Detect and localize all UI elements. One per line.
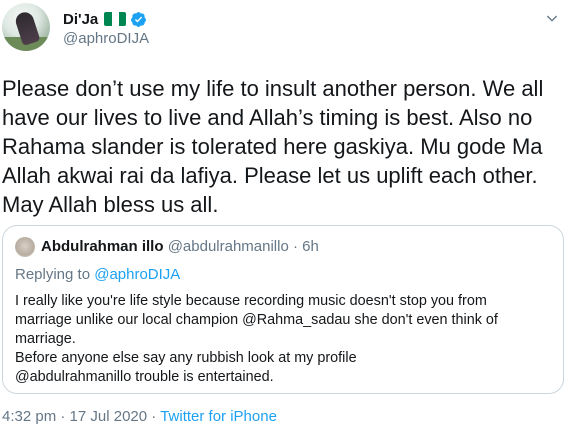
- author-handle[interactable]: @aphroDIJA: [63, 30, 149, 47]
- quote-body-line: marriage.: [15, 331, 76, 347]
- quote-body-line: marriage unlike our local champion @Rahm…: [15, 312, 498, 328]
- tweet-time[interactable]: 4:32 pm: [2, 408, 56, 425]
- quote-time: 6h: [302, 238, 319, 255]
- quote-separator: ·: [293, 238, 298, 255]
- footer-separator: ·: [60, 408, 66, 425]
- quoted-tweet[interactable]: Abdulrahman illo @abdulrahmanillo · 6h R…: [2, 225, 564, 394]
- nigeria-flag-icon: [104, 12, 127, 26]
- quote-body: I really like you're life style because …: [15, 292, 551, 387]
- tweet-footer: 4:32 pm · 17 Jul 2020 · Twitter for iPho…: [2, 408, 277, 425]
- quote-body-line: I really like you're life style because …: [15, 293, 487, 309]
- footer-separator: ·: [151, 408, 157, 425]
- quote-author-name: Abdulrahman illo: [41, 238, 164, 255]
- replying-mention[interactable]: @aphroDIJA: [94, 266, 180, 283]
- chevron-down-icon[interactable]: [544, 10, 560, 26]
- tweet-source-link[interactable]: Twitter for iPhone: [160, 408, 277, 425]
- author-name-row[interactable]: Di'Ja: [63, 8, 147, 30]
- tweet-date[interactable]: 17 Jul 2020: [70, 408, 148, 425]
- quote-body-line: Before anyone else say any rubbish look …: [15, 350, 357, 366]
- author-avatar[interactable]: [2, 3, 50, 51]
- replying-prefix: Replying to: [15, 266, 91, 283]
- quote-body-line: @abdulrahmanillo trouble is entertained.: [15, 369, 274, 385]
- author-display-name[interactable]: Di'Ja: [63, 11, 98, 28]
- tweet-text: Please don’t use my life to insult anoth…: [2, 76, 544, 217]
- quote-author-handle: @abdulrahmanillo: [167, 238, 289, 255]
- quote-author-avatar: [15, 237, 35, 257]
- quote-header: Abdulrahman illo @abdulrahmanillo · 6h: [41, 238, 319, 255]
- quote-replying-to: Replying to @aphroDIJA: [15, 266, 180, 283]
- verified-badge-icon: [131, 11, 147, 27]
